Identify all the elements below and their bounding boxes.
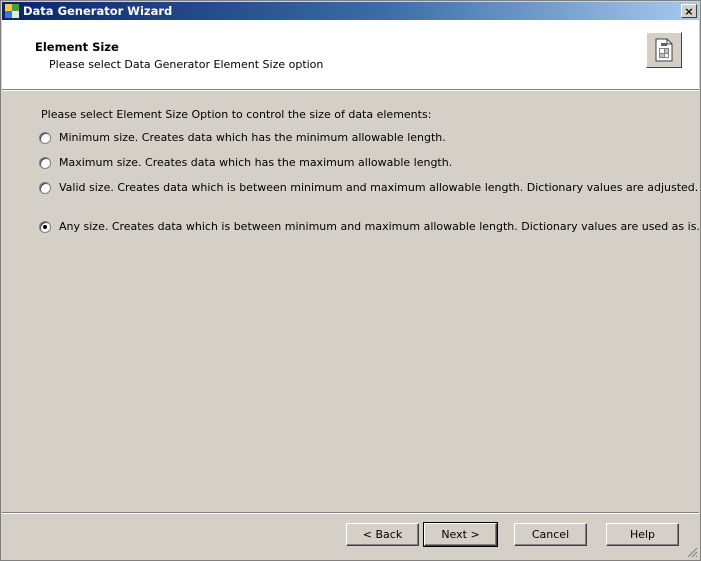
close-icon: × bbox=[684, 4, 694, 18]
radio-maximum-size[interactable] bbox=[39, 156, 51, 169]
option-label: Any size. Creates data which is between … bbox=[59, 220, 700, 233]
window-title: Data Generator Wizard bbox=[23, 4, 173, 18]
wizard-header: Element Size Please select Data Generato… bbox=[2, 20, 699, 89]
close-button[interactable]: × bbox=[681, 4, 697, 18]
header-divider bbox=[2, 89, 699, 91]
wizard-window: Data Generator Wizard × Element Size Ple… bbox=[0, 0, 701, 561]
option-label: Minimum size. Creates data which has the… bbox=[59, 131, 446, 144]
title-bar[interactable]: Data Generator Wizard × bbox=[2, 2, 699, 20]
app-icon bbox=[5, 4, 19, 18]
next-button[interactable]: Next > bbox=[423, 522, 498, 547]
option-label: Valid size. Creates data which is betwee… bbox=[59, 181, 699, 194]
back-button[interactable]: < Back bbox=[346, 523, 419, 546]
resize-grip-icon[interactable] bbox=[686, 546, 698, 558]
cancel-button[interactable]: Cancel bbox=[514, 523, 587, 546]
option-minimum-size[interactable]: Minimum size. Creates data which has the… bbox=[39, 131, 446, 144]
document-wizard-icon bbox=[646, 32, 682, 68]
page-title: Element Size bbox=[35, 40, 119, 54]
help-button[interactable]: Help bbox=[606, 523, 679, 546]
footer-divider bbox=[2, 512, 699, 514]
option-maximum-size[interactable]: Maximum size. Creates data which has the… bbox=[39, 156, 452, 169]
instruction-text: Please select Element Size Option to con… bbox=[41, 108, 432, 121]
option-label: Maximum size. Creates data which has the… bbox=[59, 156, 453, 169]
page-subtitle: Please select Data Generator Element Siz… bbox=[49, 58, 324, 71]
option-valid-size[interactable]: Valid size. Creates data which is betwee… bbox=[39, 181, 698, 194]
radio-valid-size[interactable] bbox=[39, 181, 51, 194]
radio-any-size[interactable] bbox=[39, 220, 51, 233]
radio-minimum-size[interactable] bbox=[39, 131, 51, 144]
option-any-size[interactable]: Any size. Creates data which is between … bbox=[39, 220, 700, 233]
